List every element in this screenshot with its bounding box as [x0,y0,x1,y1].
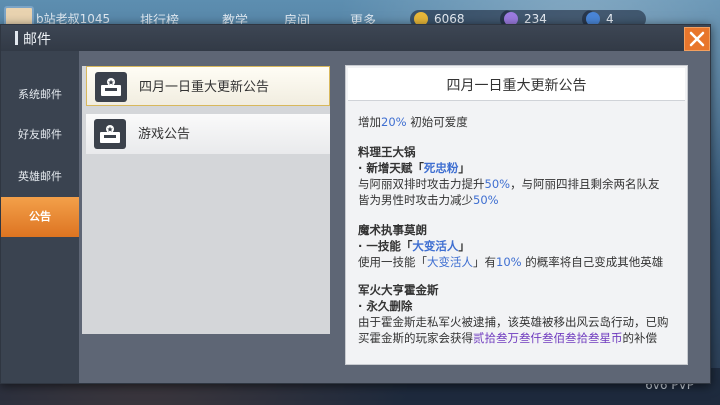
dialog-header: 邮件 [1,25,710,51]
tab-hero-mail[interactable]: 英雄邮件 [1,157,79,197]
mailbox-icon [94,119,126,149]
dialog-title: 邮件 [23,32,51,48]
detail-title-box: 四月一日重大更新公告 [348,68,685,101]
section-heading: 料理王大锅 [358,145,416,159]
section-heading: 军火大亨霍金斯 [358,283,439,297]
close-icon [689,31,705,47]
announcement-list: 四月一日重大更新公告 游戏公告 [82,66,330,334]
tab-announcement[interactable]: 公告 [1,197,79,237]
close-button[interactable] [684,27,710,51]
intro-line: 增加20% 初始可爱度 [358,115,468,129]
mailbox-icon [95,72,127,102]
section-text: 使用一技能「大变活人」有10% 的概率将自己变成其他英雄 [358,255,664,269]
title-accent-bar [15,31,18,45]
list-item[interactable]: 游戏公告 [86,114,330,154]
section-text: 皆为男性时攻击力减少50% [358,193,499,207]
section-text: 由于霍金斯走私军火被逮捕，该英雄被移出风云岛行动，已购 [358,315,669,329]
mail-category-sidebar: 系统邮件 好友邮件 英雄邮件 公告 [1,51,79,383]
list-item[interactable]: 四月一日重大更新公告 [86,66,330,106]
section-text: 买霍金斯的玩家会获得贰拾叁万叁仟叁佰叁拾叁星币的补偿 [358,331,657,345]
section-bullet: · 永久删除 [358,299,413,313]
section-bullet: · 一技能「大变活人」 [358,239,470,253]
list-item-label: 游戏公告 [138,127,191,142]
detail-title: 四月一日重大更新公告 [446,78,587,94]
list-item-label: 四月一日重大更新公告 [139,80,270,95]
section-text: 与阿丽双排时攻击力提升50%，与阿丽四排且剩余两名队友 [358,177,660,191]
announcement-detail: 四月一日重大更新公告 增加20% 初始可爱度 料理王大锅 · 新增天赋「死忠粉」… [345,65,688,365]
section-bullet: · 新增天赋「死忠粉」 [358,161,470,175]
tab-system-mail[interactable]: 系统邮件 [1,75,79,115]
tab-friend-mail[interactable]: 好友邮件 [1,115,79,155]
section-heading: 魔术执事莫朗 [358,223,427,237]
